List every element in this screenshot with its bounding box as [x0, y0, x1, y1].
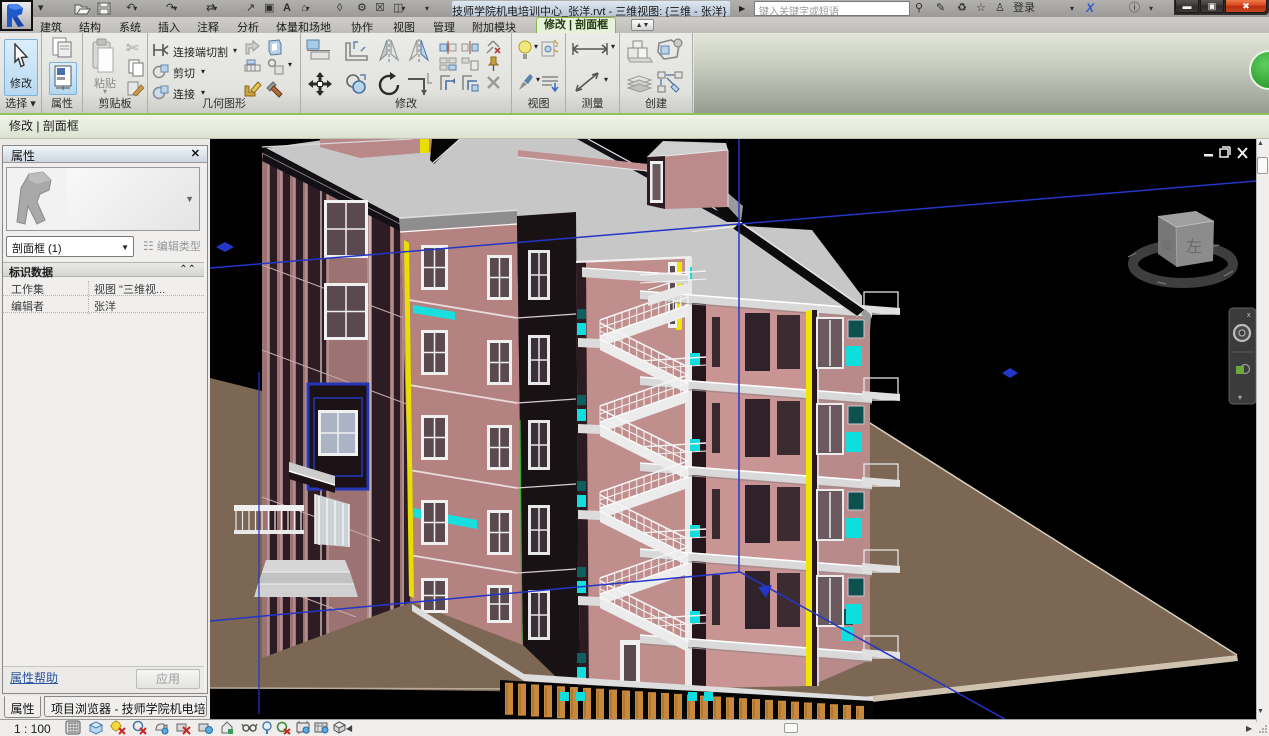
svg-text:左: 左 — [1186, 238, 1202, 256]
svg-text:▾: ▾ — [1238, 393, 1242, 402]
svg-text:x: x — [1247, 312, 1251, 319]
svg-text:后: 后 — [1162, 240, 1172, 252]
